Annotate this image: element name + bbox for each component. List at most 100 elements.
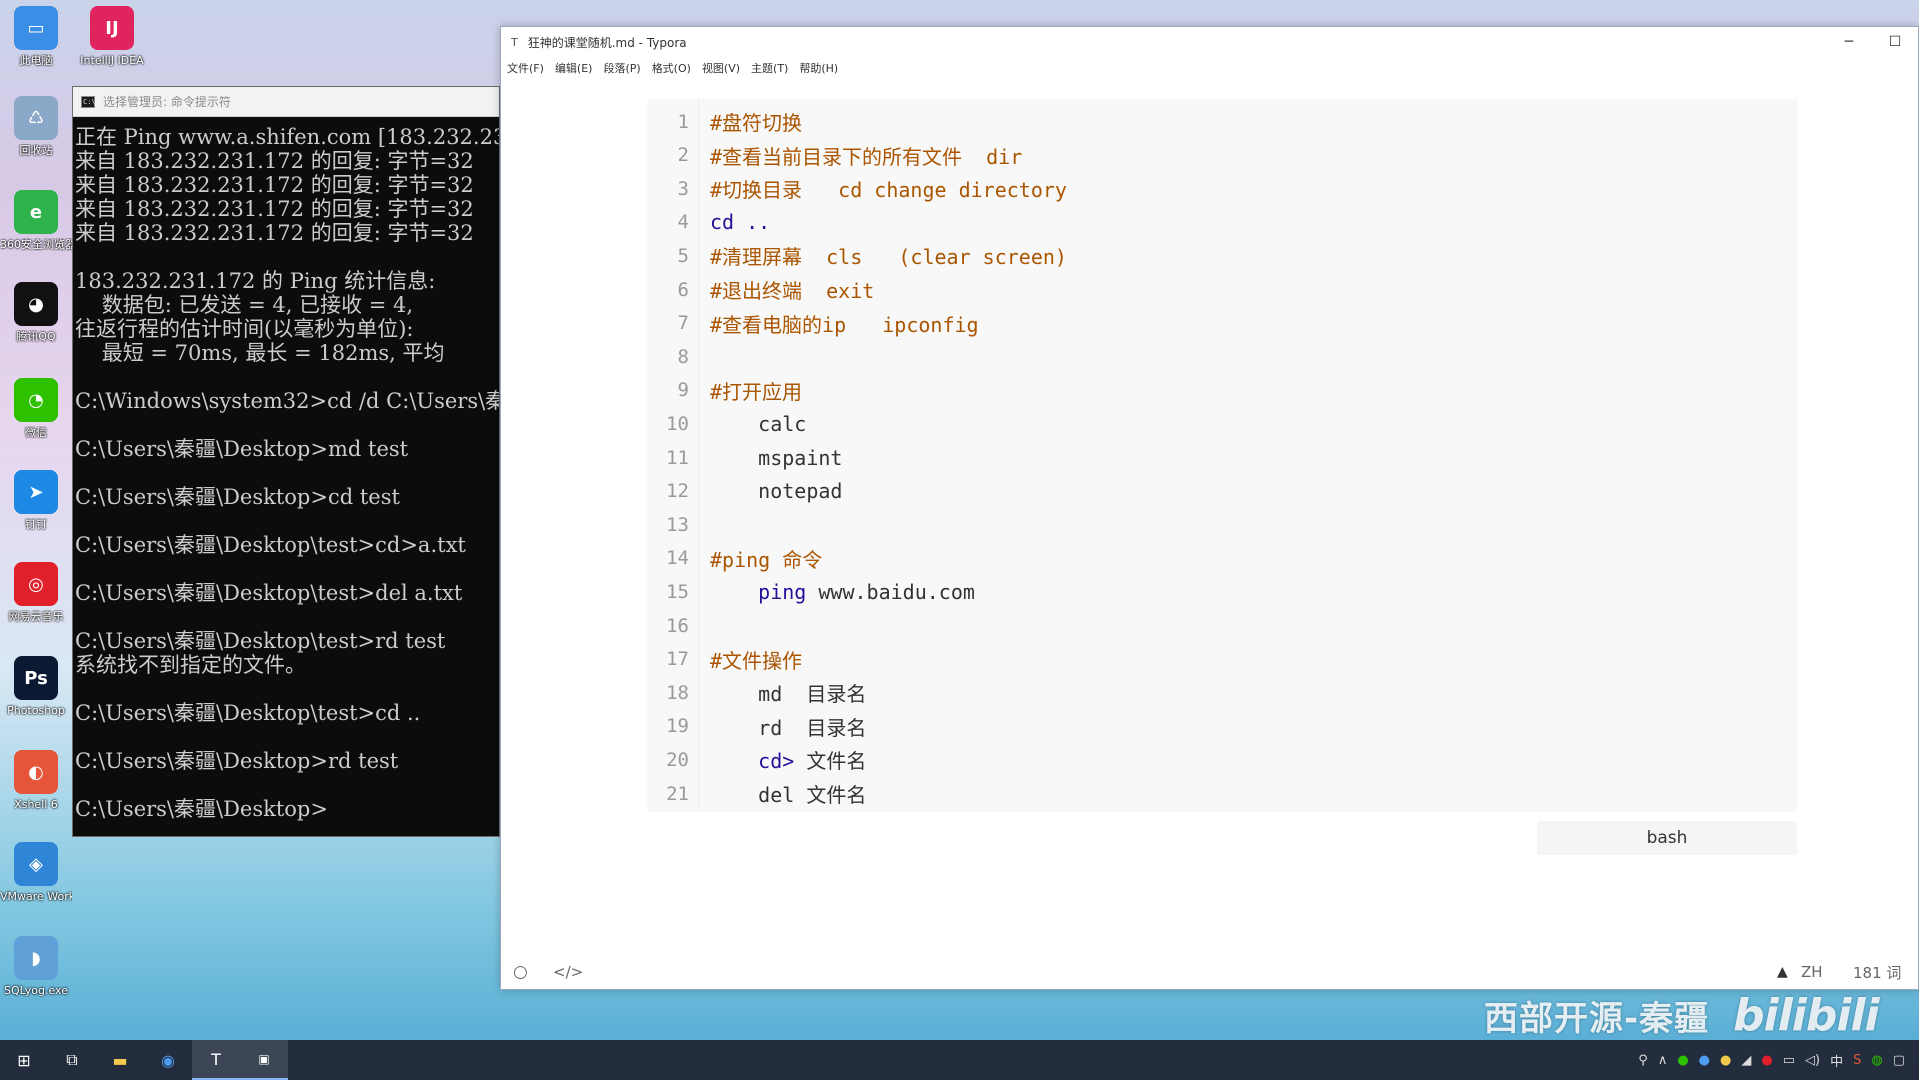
code-line[interactable]: 6 #退出终端 exit [647,273,1798,306]
line-number: 9 [677,379,689,402]
desktop-icon-browser[interactable]: e 360安全浏览器 [0,190,72,251]
typora-taskbar-icon[interactable]: T [192,1040,240,1080]
minimize-button[interactable]: ─ [1826,27,1872,57]
line-number: 15 [666,580,689,603]
menu-item[interactable]: 段落(P) [603,60,640,76]
code-token: #盘符切换 [710,111,803,135]
console-output[interactable]: 正在 Ping www.a.shifen.com [183.232.231.17… [73,117,499,837]
typora-titlebar[interactable]: T 狂神的课堂随机.md - Typora ─ ☐ [501,27,1918,57]
console-line: 来自 183.232.231.172 的回复: 字节=32 [75,173,474,197]
code-token: rd 目录名 [710,715,867,740]
menu-item[interactable]: 帮助(H) [799,60,838,76]
code-token: del 文件名 [710,783,867,807]
people-icon[interactable]: ⚲ [1638,1053,1648,1068]
notification-center-icon[interactable]: ▢ [1893,1053,1905,1068]
desktop-icon-xshell[interactable]: ◐ Xshell 6 [0,750,72,811]
code-line[interactable]: 18 md 目录名 [647,676,1798,709]
word-count[interactable]: 181 词 [1853,962,1901,983]
desktop-icon-recycle-bin[interactable]: ♺ 回收站 [0,96,72,157]
desktop-icon-sqlyog[interactable]: ◗ SQLyog.exe [0,936,72,997]
code-text: #切换目录 cd change directory [710,174,1067,203]
code-text: #清理屏幕 cls (clear screen) [710,241,1067,270]
desktop-icon-music[interactable]: ◎ 网易云音乐 [0,562,72,623]
code-line[interactable]: 19 rd 目录名 [647,710,1798,743]
code-line[interactable]: 1 #盘符切换 [647,105,1798,138]
code-line[interactable]: 8 [647,340,1798,373]
volume-icon[interactable]: ◁) [1805,1053,1820,1068]
code-line[interactable]: 3 #切换目录 cd change directory [647,172,1798,205]
desktop-icon-intellij[interactable]: IJ IntelliJ IDEA [76,6,148,67]
line-number: 20 [666,748,689,771]
warning-icon[interactable]: ▲ [1777,964,1788,980]
desktop-icon-vmware[interactable]: ◈ VMware Workstati... [0,842,72,903]
browser-taskbar-icon[interactable]: ◉ [144,1040,192,1080]
code-language-selector[interactable]: bash [1537,821,1797,855]
menu-item[interactable]: 文件(F) [507,60,544,76]
qq-icon: ◕ [14,282,58,326]
code-line[interactable]: 7 #查看电脑的ip ipconfig [647,307,1798,340]
file-explorer-icon[interactable]: ▬ [96,1040,144,1080]
desktop-icon-label: 腾讯QQ [16,330,56,343]
app-tray-icon[interactable]: ● [1720,1053,1731,1068]
ime-indicator[interactable]: 中 [1830,1051,1843,1070]
menu-item[interactable]: 格式(O) [652,60,691,76]
menu-item[interactable]: 主题(T) [751,60,788,76]
desktop-icon-dingtalk[interactable]: ➤ 钉钉 [0,470,72,531]
desktop-icon-qq[interactable]: ◕ 腾讯QQ [0,282,72,343]
code-line[interactable]: 20 cd> 文件名 [647,743,1798,776]
shield-tray-icon[interactable]: ● [1699,1053,1710,1068]
code-line[interactable]: 15 ping www.baidu.com [647,575,1798,608]
line-number: 1 [677,110,689,133]
code-line[interactable]: 21 del 文件名 [647,777,1798,810]
code-line[interactable]: 11 mspaint [647,441,1798,474]
maximize-button[interactable]: ☐ [1872,27,1918,57]
desktop-icon-label: IntelliJ IDEA [80,54,144,67]
cmd-taskbar-icon[interactable]: ▣ [240,1040,288,1080]
record-tray-icon[interactable]: ● [1761,1053,1772,1068]
sogou-ime-icon[interactable]: S [1853,1053,1861,1068]
start-windows-icon[interactable]: ⊞ [0,1040,48,1080]
vmware-icon: ◈ [14,842,58,886]
watermark-text: 西部开源-秦疆 [1484,998,1710,1039]
code-text: mspaint [710,446,842,470]
code-token: calc [710,411,807,436]
source-code-mode-icon[interactable]: </> [553,963,583,981]
command-prompt-window[interactable]: C:\ 选择管理员: 命令提示符 正在 Ping www.a.shifen.co… [72,86,500,837]
desktop-icon-wechat[interactable]: ◔ 微信 [0,378,72,439]
code-line[interactable]: 17 #文件操作 [647,643,1798,676]
code-line[interactable]: 4 cd .. [647,206,1798,239]
code-line[interactable]: 5 #清理屏幕 cls (clear screen) [647,239,1798,272]
menu-item[interactable]: 视图(V) [702,60,740,76]
wechat-tray-icon[interactable]: ● [1677,1053,1688,1068]
outline-toggle-icon[interactable]: ○ [513,962,528,982]
code-line[interactable]: 10 calc [647,407,1798,440]
console-app-icon: C:\ [81,95,96,108]
code-token: md 目录名 [710,682,867,707]
status-tray-icon[interactable]: ◍ [1871,1053,1882,1068]
tray-expand-icon[interactable]: ∧ [1658,1053,1668,1068]
menu-item[interactable]: 编辑(E) [555,60,593,76]
code-line[interactable]: 14 #ping 命令 [647,542,1798,575]
code-block[interactable]: 1 #盘符切换 2 #查看当前目录下的所有文件 dir 3 #切换目录 cd change… [647,99,1798,812]
task-view-icon[interactable]: ⧉ [48,1040,96,1080]
code-token: #查看电脑的ip ipconfig [710,312,979,337]
intellij-icon: IJ [90,6,134,50]
code-line[interactable]: 12 notepad [647,475,1798,508]
code-line[interactable]: 9 #打开应用 [647,374,1798,407]
network-icon[interactable]: ◢ [1741,1053,1751,1068]
desktop-icon-label: Photoshop [7,704,65,717]
language-indicator[interactable]: ZH [1801,963,1823,981]
code-text: #盘符切换 [710,107,802,136]
bilibili-logo: bilibili [1733,989,1879,1041]
console-titlebar[interactable]: C:\ 选择管理员: 命令提示符 [73,87,499,117]
desktop-icon-photoshop[interactable]: Ps Photoshop [0,656,72,717]
battery-icon[interactable]: ▭ [1783,1053,1795,1068]
code-line[interactable]: 16 [647,609,1798,642]
code-line[interactable]: 13 [647,508,1798,541]
typora-window[interactable]: T 狂神的课堂随机.md - Typora ─ ☐ 文件(F) 编辑(E) 段落(P… [500,26,1919,990]
line-number: 19 [666,715,689,738]
code-line[interactable]: 2 #查看当前目录下的所有文件 dir [647,139,1798,172]
desktop-icon-computer[interactable]: ▭ 此电脑 [0,6,72,67]
